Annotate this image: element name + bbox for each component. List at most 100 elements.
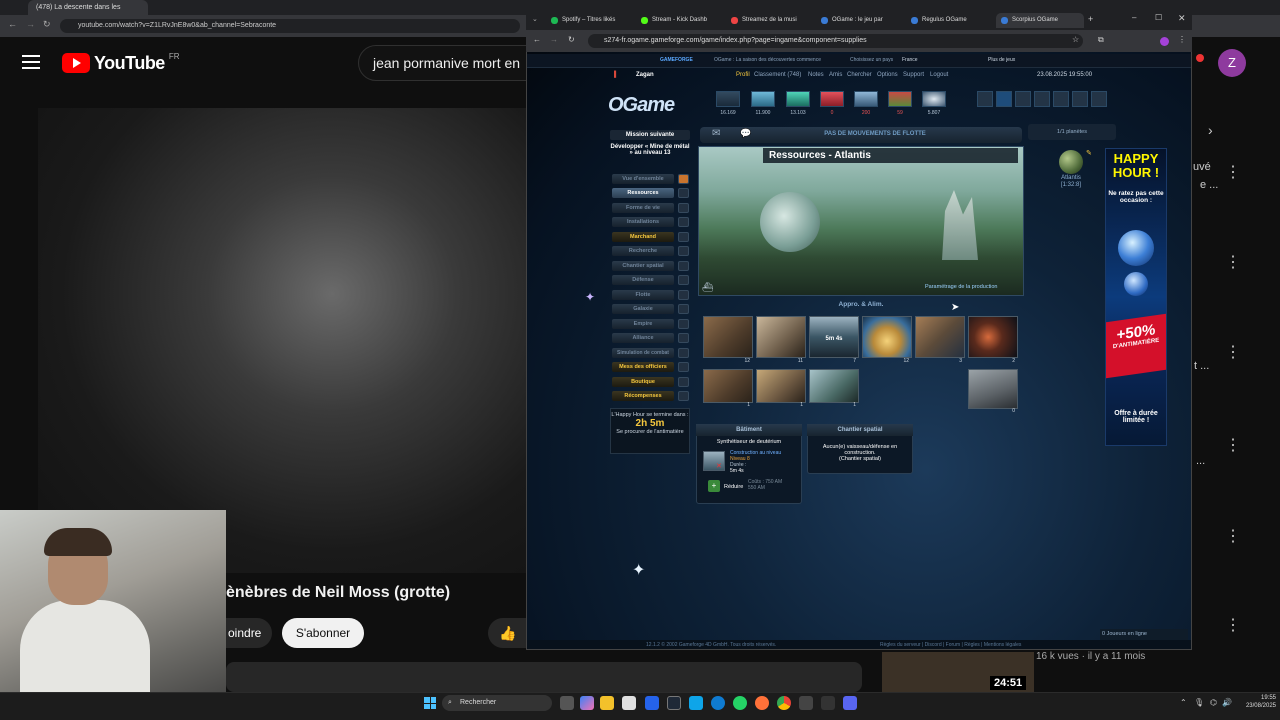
menu-empire[interactable]: Empire	[612, 319, 674, 329]
installations-icon[interactable]	[678, 217, 689, 227]
firefox-icon[interactable]	[755, 696, 769, 710]
menu-rewards[interactable]: Récompenses	[612, 391, 674, 401]
happy-hour-timer[interactable]: L'Happy Hour se termine dans : 2h 5m Se …	[610, 408, 690, 454]
more-icon[interactable]: ⋮	[1225, 162, 1241, 182]
next-mission[interactable]: Mission suivante Développer « Mine de mé…	[610, 130, 690, 164]
bookmark-star-icon[interactable]: ☆	[1072, 35, 1079, 44]
profile-icon[interactable]	[1160, 37, 1169, 46]
more-icon[interactable]: ⋮	[1225, 615, 1241, 635]
resources-icon[interactable]	[678, 188, 689, 198]
officer-geologist-icon[interactable]	[1034, 91, 1050, 107]
menu-merchant[interactable]: Marchand	[612, 232, 674, 242]
menu-fleet[interactable]: Flotte	[612, 290, 674, 300]
tab-ogame[interactable]: OGame : le jeu par	[816, 13, 904, 28]
defense-icon[interactable]	[678, 275, 689, 285]
youtube-logo[interactable]: YouTube FR	[62, 52, 180, 74]
chrome-icon[interactable]	[777, 696, 791, 710]
tray-arrow-icon[interactable]: ⌃	[1180, 698, 1187, 707]
food-icon[interactable]	[888, 91, 912, 107]
tab-kick[interactable]: Stream - Kick Dashb	[636, 13, 724, 28]
menu-shop[interactable]: Boutique	[612, 377, 674, 387]
more-games[interactable]: Plus de jeux	[988, 57, 1015, 63]
pencil-icon[interactable]: ✎	[1086, 149, 1092, 157]
nav-logout[interactable]: Logout	[930, 72, 948, 78]
tab-list-icon[interactable]: ⌄	[532, 15, 538, 23]
menu-resources[interactable]: Ressources	[612, 188, 674, 198]
app-icon[interactable]	[821, 696, 835, 710]
menu-research[interactable]: Recherche	[612, 246, 674, 256]
like-button[interactable]: 👍	[488, 618, 528, 648]
mail-icon[interactable]	[645, 696, 659, 710]
avatar[interactable]: Z	[1218, 49, 1246, 77]
metal-mine-tile[interactable]	[703, 316, 753, 358]
app-icon[interactable]	[799, 696, 813, 710]
galaxy-icon[interactable]	[678, 304, 689, 314]
ship-icon[interactable]: ⛴	[702, 282, 713, 293]
nav-amis[interactable]: Amis	[829, 72, 842, 78]
reload-icon[interactable]: ↻	[568, 35, 575, 44]
reduce-button[interactable]: Réduire	[724, 484, 743, 490]
join-button[interactable]: oindre	[226, 618, 272, 648]
gameforge-brand[interactable]: GAMEFORGE	[660, 57, 693, 63]
solar-plant-tile[interactable]	[862, 316, 912, 358]
fusion-plant-tile[interactable]	[915, 316, 965, 358]
combat-sim-icon[interactable]	[678, 348, 689, 358]
network-icon[interactable]: ⌬	[1210, 698, 1217, 707]
store-icon[interactable]	[622, 696, 636, 710]
cancel-icon[interactable]: ✕	[716, 462, 722, 470]
metal-storage-tile[interactable]	[703, 369, 753, 403]
menu-galaxy[interactable]: Galaxie	[612, 304, 674, 314]
deuterium-tank-tile[interactable]	[809, 369, 859, 403]
officer-engineer-icon[interactable]	[1015, 91, 1031, 107]
back-icon[interactable]: ←	[533, 35, 541, 44]
shop-icon[interactable]	[678, 377, 689, 387]
back-icon[interactable]: ←	[8, 19, 17, 29]
menu-installations[interactable]: Installations	[612, 217, 674, 227]
maximize-icon[interactable]: ☐	[1155, 13, 1162, 22]
alliance-icon[interactable]	[678, 333, 689, 343]
officer-staff-icon[interactable]	[1072, 91, 1088, 107]
officer-admiral-icon[interactable]	[996, 91, 1012, 107]
close-icon[interactable]: ✕	[1178, 13, 1186, 24]
overview-icon[interactable]	[678, 174, 689, 184]
energy-icon[interactable]	[820, 91, 844, 107]
nav-options[interactable]: Options	[877, 72, 898, 78]
research-icon[interactable]	[678, 246, 689, 256]
description-box[interactable]	[226, 662, 862, 692]
menu-officers[interactable]: Mess des officiers	[612, 362, 674, 372]
microphone-icon[interactable]: 🎙	[1194, 698, 1204, 707]
antimatter-icon[interactable]	[922, 91, 946, 107]
yt-url-field[interactable]: youtube.com/watch?v=Z1LRvJnE8w0&ab_chann…	[60, 19, 520, 33]
kebab-menu-icon[interactable]: ⋮	[1178, 35, 1186, 44]
solar-satellite-tile[interactable]	[968, 316, 1018, 358]
crystal-storage-tile[interactable]	[756, 369, 806, 403]
photos-icon[interactable]	[689, 696, 703, 710]
merchant-icon[interactable]	[678, 232, 689, 242]
taskbar-search[interactable]: ⌕ Rechercher	[442, 695, 552, 711]
file-explorer-icon[interactable]	[600, 696, 614, 710]
new-tab-icon[interactable]: +	[1088, 14, 1093, 24]
ogame-logo[interactable]: OGame	[608, 94, 675, 117]
menu-combat-sim[interactable]: Simulation de combat	[612, 348, 674, 358]
taskbar-clock[interactable]: 19:55 23/08/2025	[1236, 694, 1276, 710]
forward-icon[interactable]: →	[26, 19, 35, 29]
officer-commander-icon[interactable]	[977, 91, 993, 107]
player-name[interactable]: Zagan	[636, 72, 654, 78]
crawler-tile[interactable]	[968, 369, 1018, 409]
more-icon[interactable]: ⋮	[1225, 342, 1241, 362]
forward-icon[interactable]: →	[550, 35, 558, 44]
yt-tab[interactable]: (478) La descente dans les	[28, 0, 148, 15]
crystal-icon[interactable]	[751, 91, 775, 107]
messages-icon[interactable]: ✉	[712, 128, 720, 139]
search-input[interactable]: jean pormanive mort en	[358, 45, 538, 81]
more-icon[interactable]: ⋮	[1225, 435, 1241, 455]
empire-icon[interactable]	[678, 319, 689, 329]
tab-spotify[interactable]: Spotify – Titres likés	[546, 13, 634, 28]
deuterium-icon[interactable]	[786, 91, 810, 107]
shipyard-icon[interactable]	[678, 261, 689, 271]
menu-alliance[interactable]: Alliance	[612, 333, 674, 343]
nav-notes[interactable]: Notes	[808, 72, 824, 78]
nav-chercher[interactable]: Chercher	[847, 72, 872, 78]
nav-profil[interactable]: Profil	[736, 72, 750, 78]
subscribe-button[interactable]: S'abonner	[282, 618, 364, 648]
